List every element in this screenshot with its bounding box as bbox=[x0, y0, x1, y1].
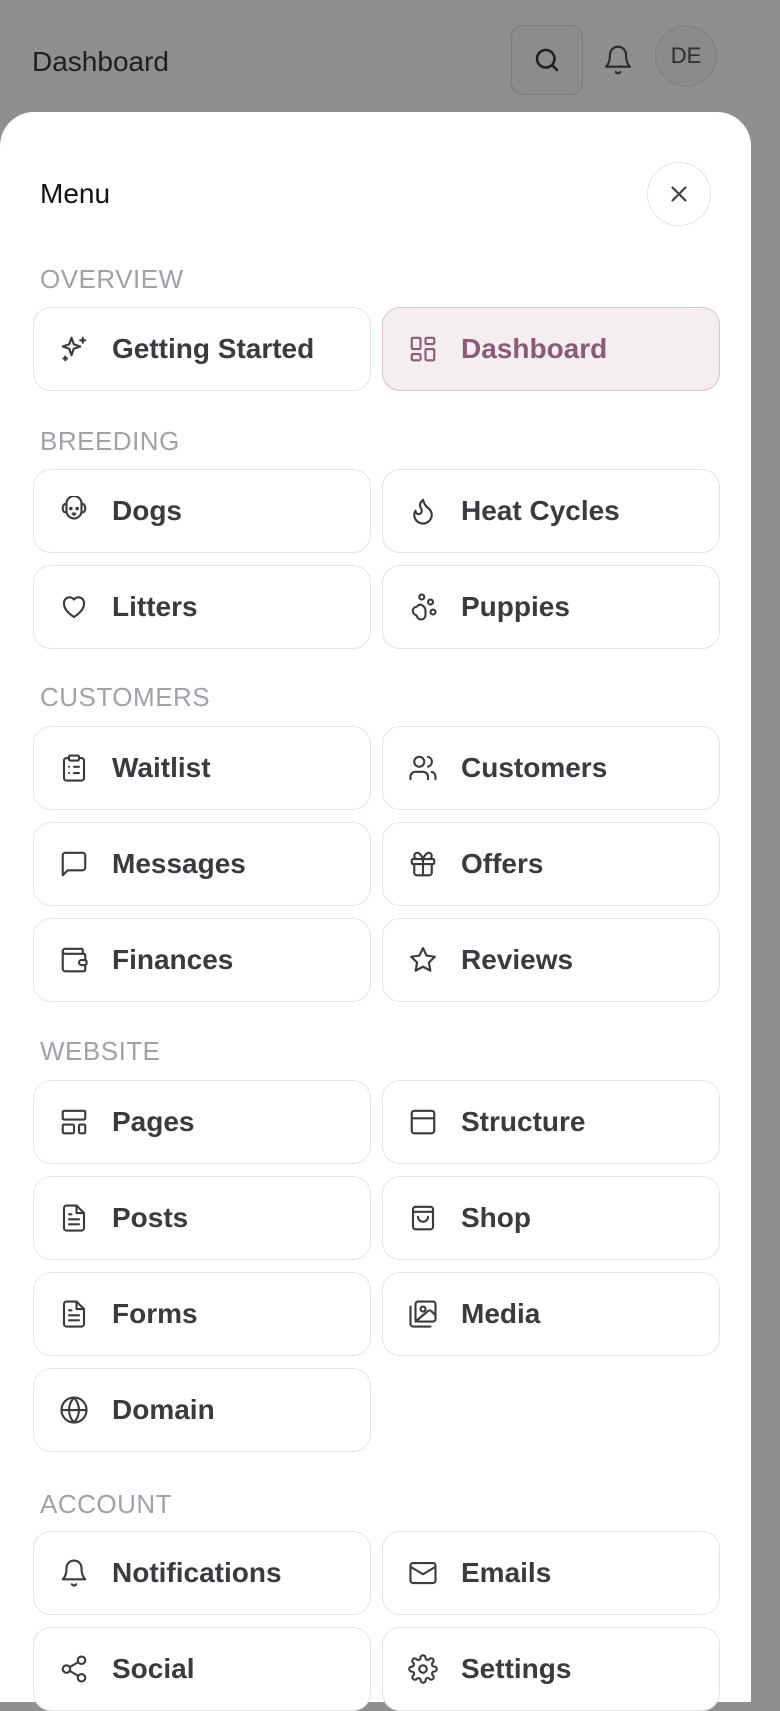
menu-item-label: Dashboard bbox=[461, 333, 608, 364]
star-icon bbox=[407, 944, 439, 976]
menu-item-dashboard[interactable]: Dashboard bbox=[382, 307, 720, 391]
mail-icon bbox=[407, 1557, 439, 1589]
menu-item-getting-started[interactable]: Getting Started bbox=[33, 307, 371, 391]
menu-item-label: Pages bbox=[112, 1106, 195, 1137]
notifications-button[interactable] bbox=[598, 38, 638, 82]
menu-item-label: Reviews bbox=[461, 944, 574, 975]
images-icon bbox=[407, 1298, 439, 1330]
menu-item-social[interactable]: Social bbox=[33, 1627, 371, 1711]
menu-item-label: Litters bbox=[112, 591, 198, 622]
menu-item-pages[interactable]: Pages bbox=[33, 1080, 371, 1164]
menu-item-waitlist[interactable]: Waitlist bbox=[33, 726, 371, 810]
section-label-overview: OVERVIEW bbox=[40, 264, 184, 294]
section-label-website: WEBSITE bbox=[40, 1036, 161, 1066]
bell-icon bbox=[58, 1557, 90, 1589]
close-icon bbox=[666, 181, 692, 207]
menu-item-label: Structure bbox=[461, 1106, 586, 1137]
menu-item-shop[interactable]: Shop bbox=[382, 1176, 720, 1260]
layout-icon bbox=[58, 1106, 90, 1138]
menu-item-settings[interactable]: Settings bbox=[382, 1627, 720, 1711]
shopping-bag-icon bbox=[407, 1202, 439, 1234]
menu-item-forms[interactable]: Forms bbox=[33, 1272, 371, 1356]
page-title: Dashboard bbox=[32, 46, 169, 77]
message-square-icon bbox=[58, 848, 90, 880]
app-header: Dashboard DE bbox=[0, 0, 780, 122]
paw-icon bbox=[407, 591, 439, 623]
gear-icon bbox=[407, 1653, 439, 1685]
menu-item-label: Media bbox=[461, 1298, 541, 1329]
menu-item-label: Getting Started bbox=[112, 333, 315, 364]
menu-item-messages[interactable]: Messages bbox=[33, 822, 371, 906]
panel-top-icon bbox=[407, 1106, 439, 1138]
bell-icon bbox=[602, 44, 634, 76]
close-button[interactable] bbox=[647, 162, 711, 226]
menu-item-label: Notifications bbox=[112, 1557, 282, 1588]
menu-item-label: Emails bbox=[461, 1557, 552, 1588]
menu-item-litters[interactable]: Litters bbox=[33, 565, 371, 649]
menu-item-label: Forms bbox=[112, 1298, 198, 1329]
menu-item-label: Domain bbox=[112, 1394, 215, 1425]
menu-item-label: Settings bbox=[461, 1653, 572, 1684]
menu-item-label: Posts bbox=[112, 1202, 189, 1233]
avatar[interactable]: DE bbox=[655, 25, 717, 87]
sparkles-icon bbox=[58, 333, 90, 365]
menu-item-dogs[interactable]: Dogs bbox=[33, 469, 371, 553]
section-label-customers: CUSTOMERS bbox=[40, 682, 211, 712]
dog-face-icon bbox=[58, 495, 90, 527]
menu-item-label: Offers bbox=[461, 848, 544, 879]
menu-item-label: Dogs bbox=[112, 495, 182, 526]
menu-item-notifications[interactable]: Notifications bbox=[33, 1531, 371, 1615]
menu-item-label: Waitlist bbox=[112, 752, 211, 783]
menu-item-structure[interactable]: Structure bbox=[382, 1080, 720, 1164]
globe-icon bbox=[58, 1394, 90, 1426]
menu-item-label: Social bbox=[112, 1653, 195, 1684]
menu-item-domain[interactable]: Domain bbox=[33, 1368, 371, 1452]
clipboard-list-icon bbox=[58, 752, 90, 784]
menu-title: Menu bbox=[40, 178, 111, 209]
file-text-icon bbox=[58, 1202, 90, 1234]
gift-icon bbox=[407, 848, 439, 880]
dashboard-grid-icon bbox=[407, 333, 439, 365]
menu-item-customers[interactable]: Customers bbox=[382, 726, 720, 810]
menu-item-label: Shop bbox=[461, 1202, 531, 1233]
menu-item-media[interactable]: Media bbox=[382, 1272, 720, 1356]
heart-icon bbox=[58, 591, 90, 623]
menu-item-posts[interactable]: Posts bbox=[33, 1176, 371, 1260]
menu-item-label: Customers bbox=[461, 752, 608, 783]
menu-item-label: Puppies bbox=[461, 591, 570, 622]
search-button[interactable] bbox=[511, 25, 583, 95]
menu-item-label: Finances bbox=[112, 944, 234, 975]
share-icon bbox=[58, 1653, 90, 1685]
flame-icon bbox=[407, 495, 439, 527]
section-label-account: ACCOUNT bbox=[40, 1489, 173, 1519]
menu-sheet: Menu OVERVIEW Getting Started Dashboard … bbox=[0, 112, 751, 1711]
menu-item-heat-cycles[interactable]: Heat Cycles bbox=[382, 469, 720, 553]
menu-item-label: Messages bbox=[112, 848, 246, 879]
search-icon bbox=[532, 45, 562, 75]
wallet-icon bbox=[58, 944, 90, 976]
menu-item-emails[interactable]: Emails bbox=[382, 1531, 720, 1615]
menu-item-finances[interactable]: Finances bbox=[33, 918, 371, 1002]
menu-item-label: Heat Cycles bbox=[461, 495, 620, 526]
file-text-icon bbox=[58, 1298, 90, 1330]
users-icon bbox=[407, 752, 439, 784]
section-label-breeding: BREEDING bbox=[40, 426, 180, 456]
menu-item-offers[interactable]: Offers bbox=[382, 822, 720, 906]
menu-item-reviews[interactable]: Reviews bbox=[382, 918, 720, 1002]
menu-item-puppies[interactable]: Puppies bbox=[382, 565, 720, 649]
